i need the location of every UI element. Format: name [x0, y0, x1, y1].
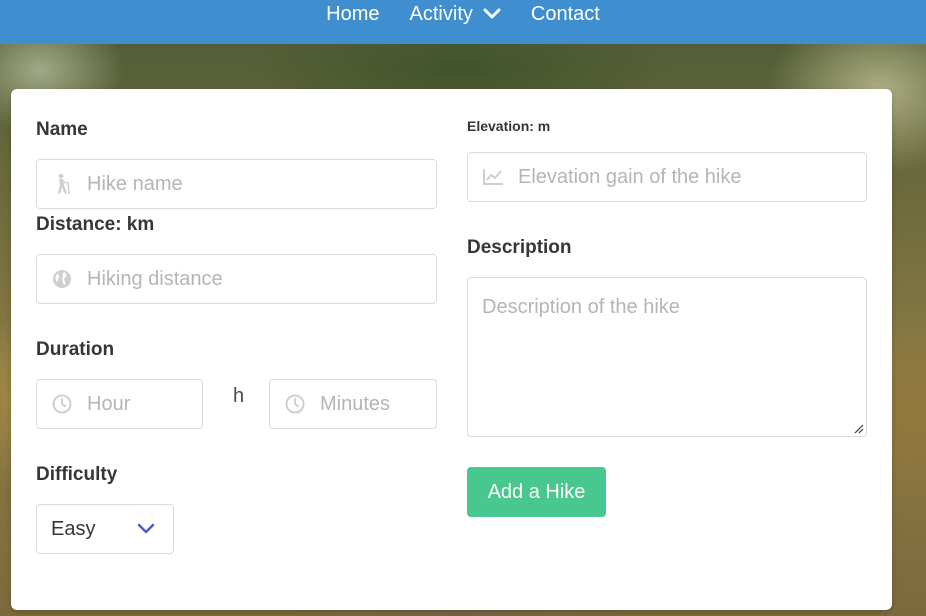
hour-input[interactable]	[87, 380, 202, 428]
difficulty-label: Difficulty	[36, 464, 118, 485]
difficulty-selected-value: Easy	[51, 517, 96, 540]
elevation-field[interactable]	[467, 152, 867, 202]
add-hike-form-card: Name Distance: km Duration	[11, 89, 892, 610]
name-input[interactable]	[87, 160, 436, 208]
nav-contact-label: Contact	[530, 3, 600, 25]
distance-field[interactable]	[36, 254, 437, 304]
description-field[interactable]	[467, 277, 867, 437]
hour-field[interactable]	[36, 379, 203, 429]
elevation-label: Elevation: m	[467, 118, 551, 134]
distance-input[interactable]	[87, 255, 436, 303]
minutes-field[interactable]	[269, 379, 437, 429]
description-textarea[interactable]	[468, 278, 866, 436]
minutes-input[interactable]	[320, 380, 436, 428]
nav-contact-link[interactable]: Contact	[531, 2, 600, 26]
clock-icon	[37, 380, 87, 428]
hour-unit: h	[233, 385, 245, 407]
chart-line-icon	[468, 153, 518, 201]
description-label: Description	[467, 237, 572, 258]
difficulty-select[interactable]: Easy	[36, 504, 174, 554]
nav-home-label: Home	[326, 3, 380, 25]
duration-label: Duration	[36, 339, 115, 360]
resize-grip-icon[interactable]	[854, 424, 864, 434]
nav-home-link[interactable]: Home	[326, 2, 379, 26]
name-field[interactable]	[36, 159, 437, 209]
elevation-input[interactable]	[518, 153, 866, 201]
navbar: Home Activity Contact	[0, 0, 926, 44]
distance-label: Distance: km	[36, 214, 155, 235]
nav-activity-label: Activity	[409, 3, 473, 25]
add-hike-button[interactable]: Add a Hike	[467, 467, 606, 517]
clock-icon	[270, 380, 320, 428]
hiker-icon	[37, 160, 87, 208]
nav-activity-dropdown[interactable]: Activity	[410, 2, 501, 26]
chevron-down-icon	[483, 8, 501, 19]
globe-icon	[37, 255, 87, 303]
chevron-down-icon	[137, 523, 155, 534]
name-label: Name	[36, 119, 88, 140]
